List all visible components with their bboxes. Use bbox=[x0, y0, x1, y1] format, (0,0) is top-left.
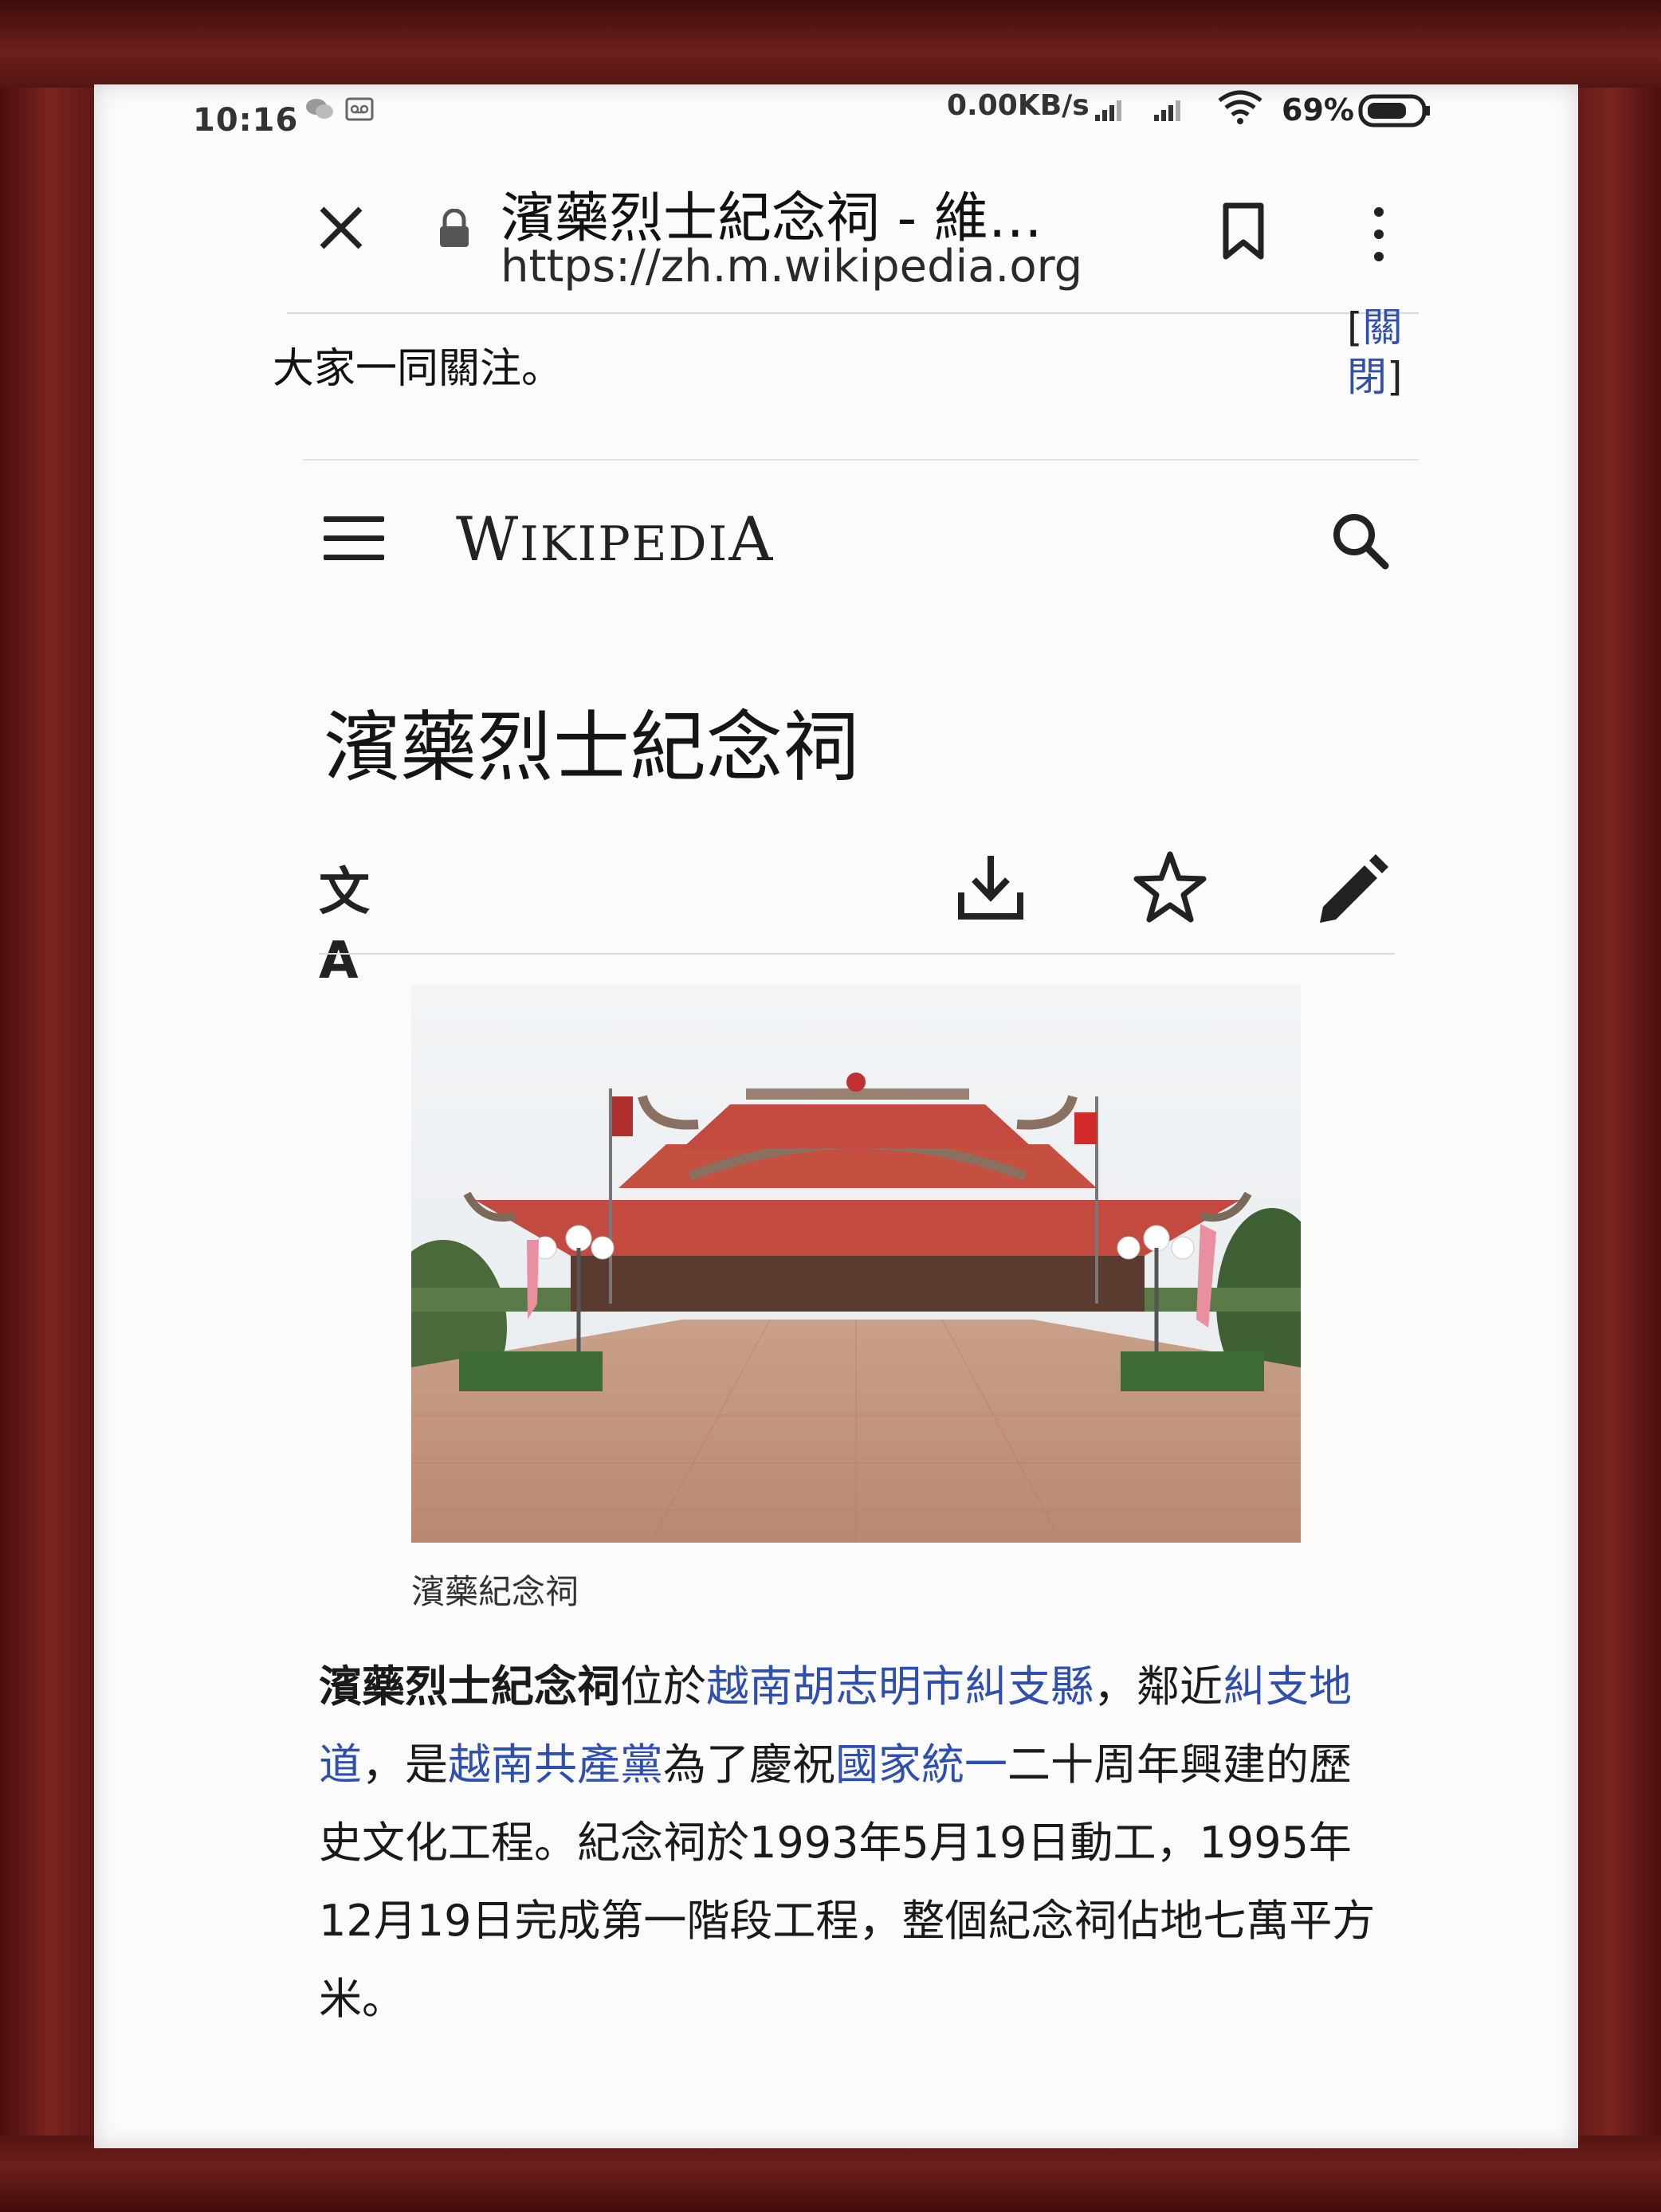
edit-pencil-icon[interactable] bbox=[1315, 851, 1388, 924]
actions-divider bbox=[319, 953, 1395, 955]
close-label-1[interactable]: 關 bbox=[1363, 304, 1403, 351]
wikipedia-logo[interactable]: WIKIPEDIA bbox=[456, 504, 774, 575]
close-tab-button[interactable] bbox=[312, 199, 370, 257]
article-text: 位於 bbox=[620, 1661, 706, 1712]
article-bold-term: 濱藥烈士紀念祠 bbox=[319, 1661, 620, 1712]
banner-text: 大家一同關注。 bbox=[273, 345, 563, 393]
download-icon[interactable] bbox=[955, 851, 1027, 923]
more-options-button[interactable] bbox=[1365, 204, 1393, 265]
voicemail-notification-icon bbox=[345, 97, 374, 121]
star-watch-icon[interactable] bbox=[1132, 849, 1208, 926]
battery-icon bbox=[1358, 94, 1430, 127]
article-link[interactable]: 越南胡志明市糾支縣 bbox=[706, 1661, 1094, 1712]
article-paragraph: 濱藥烈士紀念祠位於越南胡志明市糾支縣，鄰近糾支地道，是越南共產黨為了慶祝國家統一… bbox=[319, 1648, 1387, 2038]
banner-close-link[interactable]: [關 閉] bbox=[1347, 303, 1443, 402]
wechat-notification-icon bbox=[306, 99, 333, 119]
article-link[interactable]: 越南共產黨 bbox=[448, 1739, 663, 1790]
language-translate-icon[interactable]: 文A bbox=[319, 851, 402, 990]
wifi-icon bbox=[1218, 90, 1262, 124]
bookmark-button[interactable] bbox=[1219, 201, 1267, 261]
banner-divider bbox=[303, 459, 1419, 461]
close-close-bracket: ] bbox=[1387, 354, 1403, 400]
article-text: 為了慶祝 bbox=[663, 1739, 835, 1790]
article-text: ，鄰近 bbox=[1094, 1661, 1223, 1712]
search-icon[interactable] bbox=[1328, 508, 1392, 572]
memorial-temple-photo[interactable] bbox=[411, 985, 1301, 1543]
close-open-bracket: [ bbox=[1347, 304, 1363, 351]
battery-percent: 69% bbox=[1282, 92, 1354, 127]
hamburger-menu-icon[interactable] bbox=[324, 516, 384, 561]
url-text[interactable]: https://zh.m.wikipedia.org bbox=[501, 241, 1082, 292]
lock-icon bbox=[440, 209, 469, 247]
toolbar-divider bbox=[287, 312, 1419, 314]
signal-icon bbox=[1095, 100, 1121, 121]
network-speed: 0.00KB/s bbox=[947, 89, 1090, 122]
image-caption: 濱藥紀念祠 bbox=[411, 1572, 579, 1611]
close-label-2[interactable]: 閉 bbox=[1347, 354, 1387, 400]
signal-icon-2 bbox=[1154, 100, 1180, 121]
article-text: ，是 bbox=[362, 1739, 448, 1790]
article-link[interactable]: 國家統一 bbox=[835, 1739, 1007, 1790]
page-title: 濱藥烈士紀念祠 bbox=[324, 703, 859, 792]
frame-top-edge bbox=[0, 0, 1661, 88]
status-time: 10:16 bbox=[193, 102, 299, 139]
